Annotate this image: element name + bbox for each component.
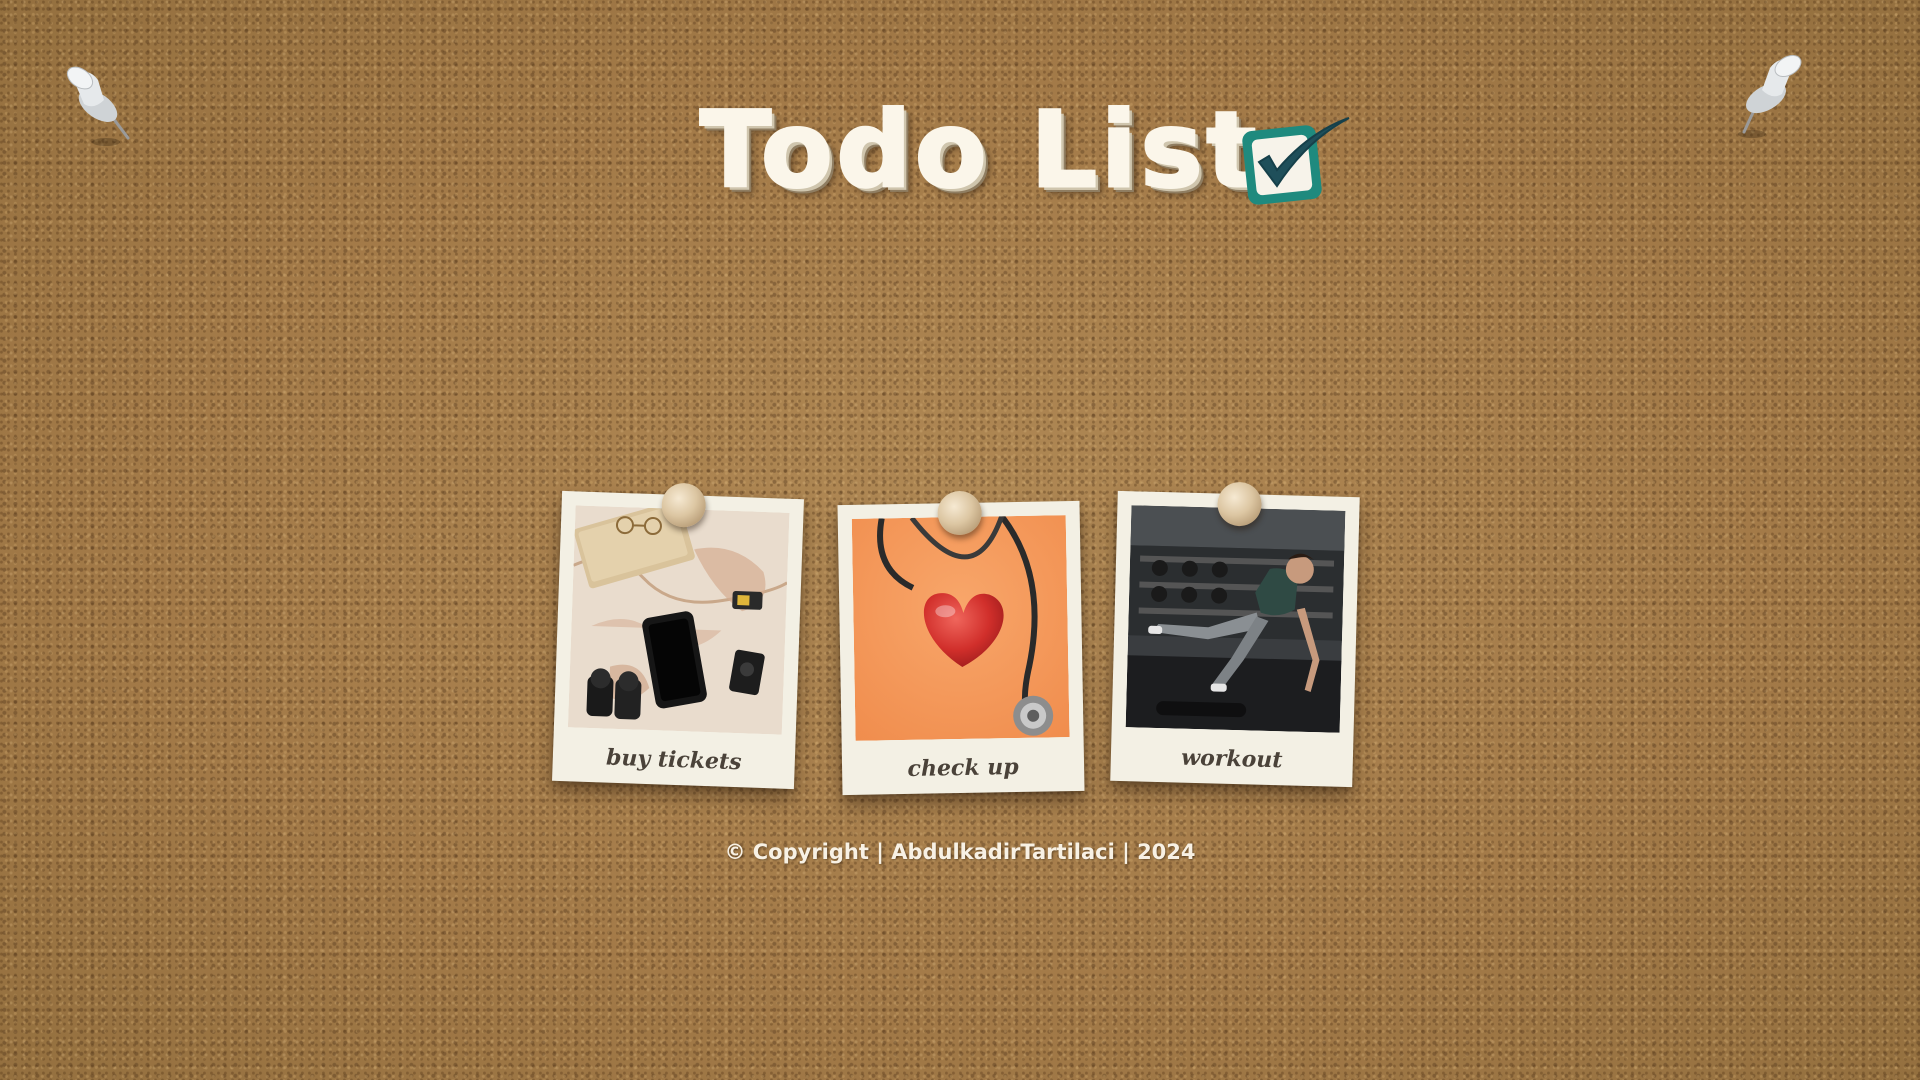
copyright-footer: © Copyright | AbdulkadirTartilaci | 2024	[724, 840, 1196, 864]
todo-card-workout[interactable]: workout	[1110, 481, 1360, 788]
stethoscope-heart-icon	[851, 515, 1070, 741]
page-header: Todo List	[698, 85, 1400, 215]
todo-label: buy tickets	[605, 744, 742, 776]
gym-workout-icon	[1125, 505, 1346, 733]
checkbox-checked-icon	[1242, 117, 1350, 205]
todo-card-buy-tickets[interactable]: buy tickets	[552, 482, 804, 790]
todo-card-check-up[interactable]: check up	[837, 490, 1085, 796]
push-pin-icon	[1738, 55, 1802, 138]
travel-map-icon	[567, 505, 790, 735]
push-pin-icon	[66, 66, 130, 146]
page-title: Todo List	[698, 89, 1261, 211]
todo-label: workout	[1180, 744, 1283, 774]
todo-label: check up	[907, 754, 1019, 782]
